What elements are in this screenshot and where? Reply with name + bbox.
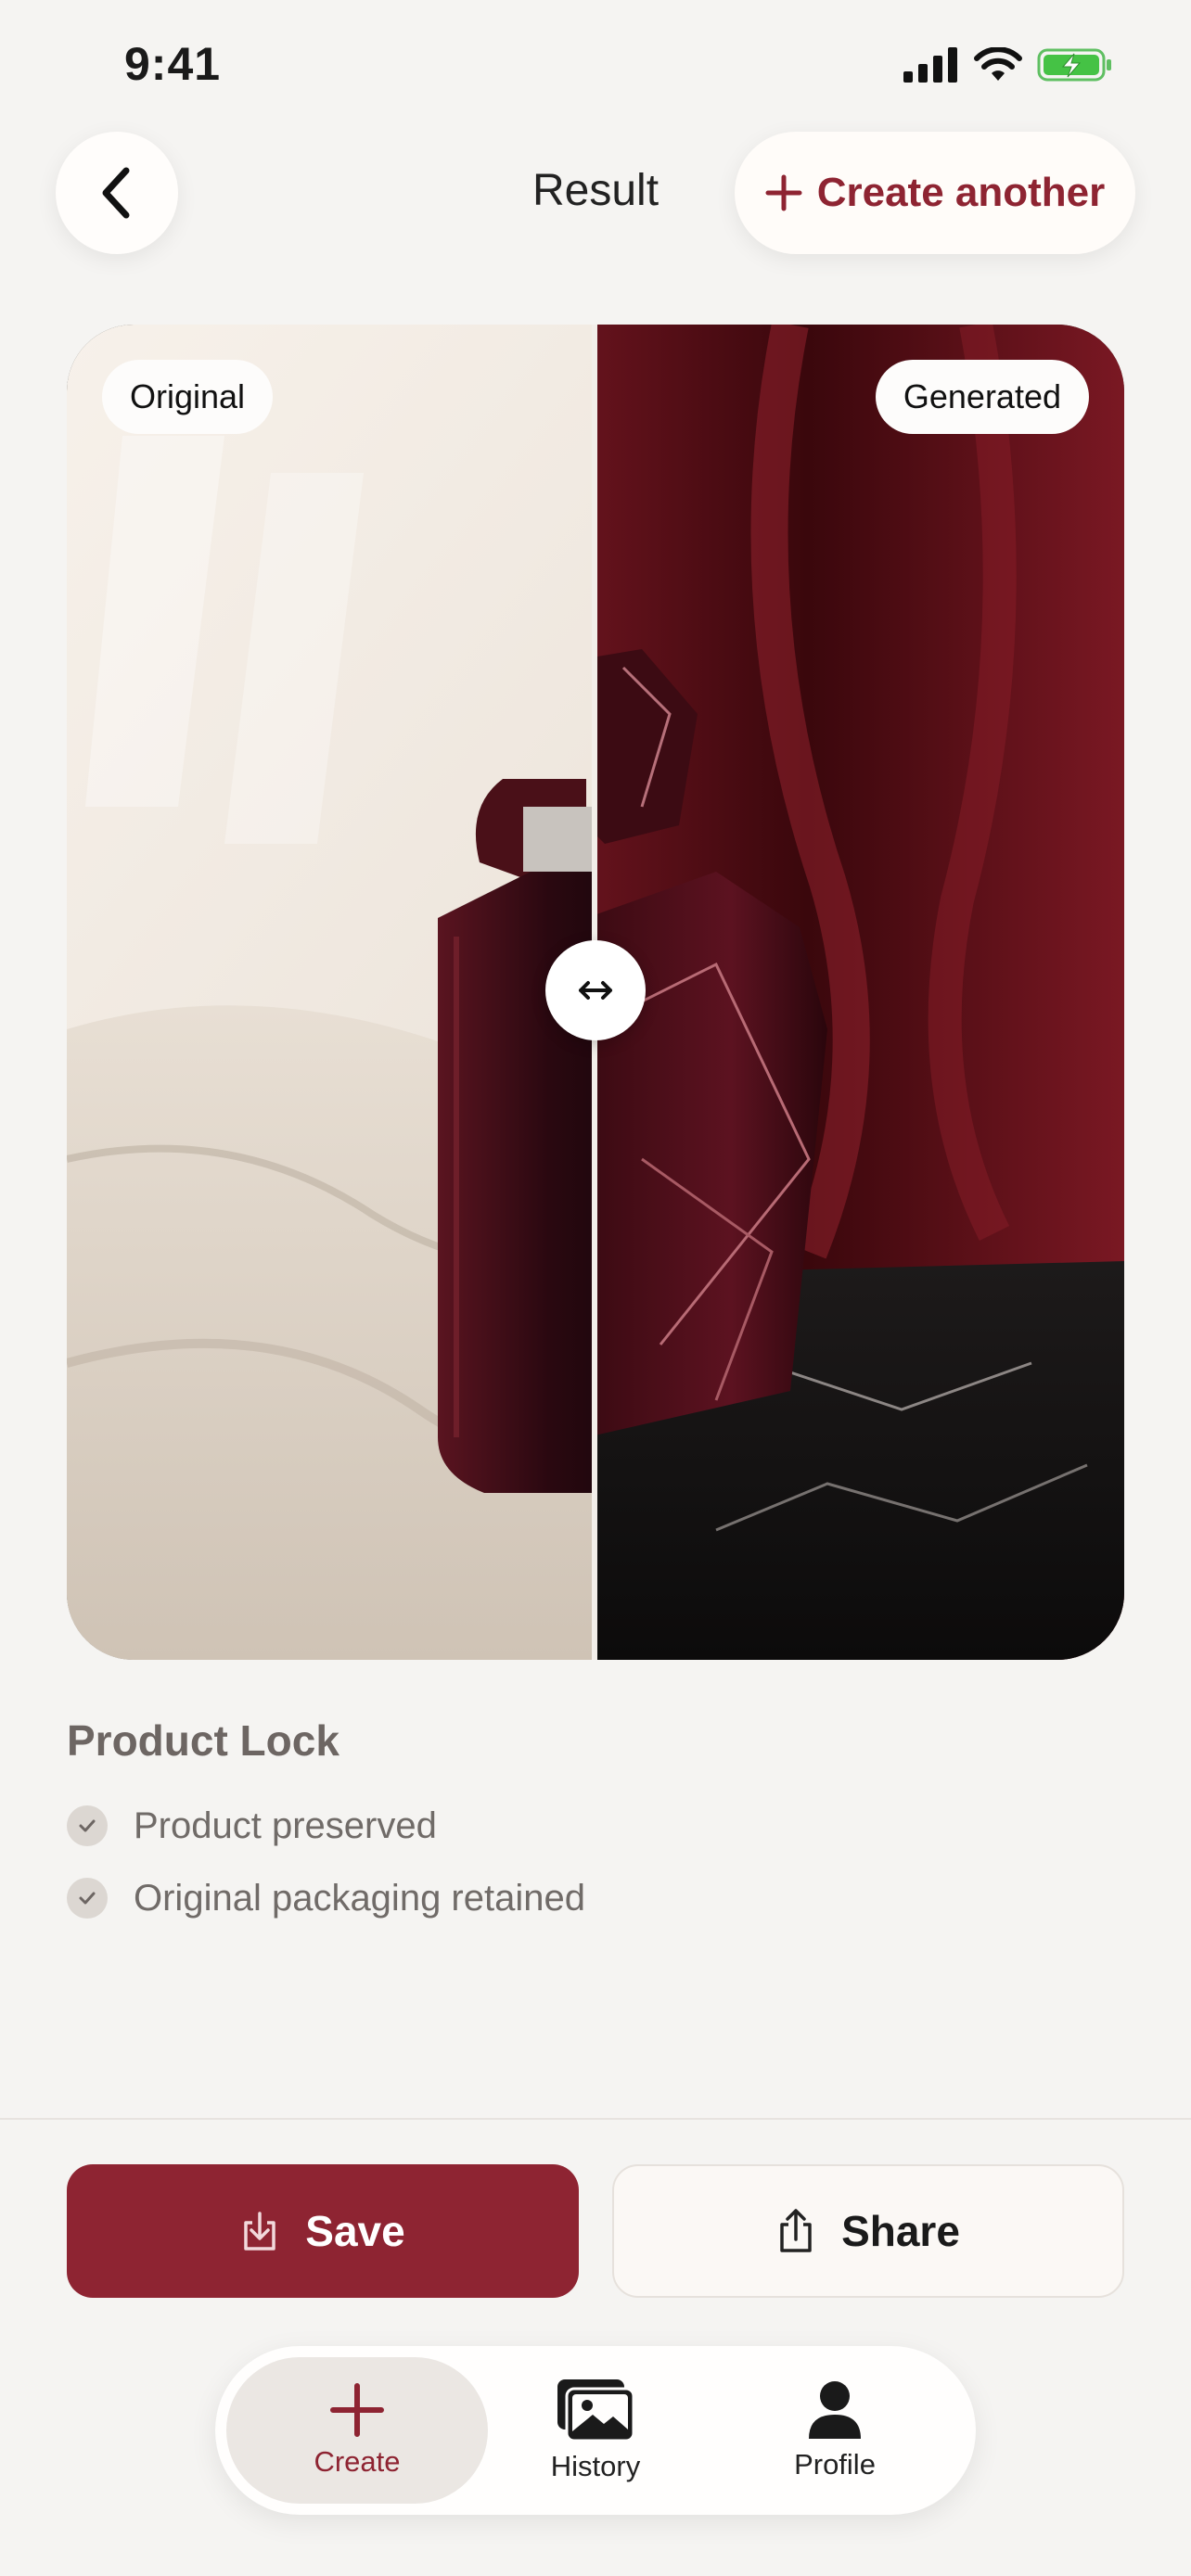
gallery-icon <box>557 2379 635 2442</box>
create-another-label: Create another <box>816 170 1106 215</box>
share-icon <box>780 2209 812 2252</box>
status-icons <box>903 46 1113 83</box>
share-button[interactable]: Share <box>612 2164 1124 2298</box>
header: Result Create another <box>0 130 1191 260</box>
share-label: Share <box>841 2207 960 2255</box>
product-lock-list: Product preserved Original packaging ret… <box>67 1790 585 1934</box>
tab-history-label: History <box>550 2450 641 2482</box>
create-another-button[interactable]: Create another <box>735 132 1135 254</box>
tab-bar: Create History Profile <box>215 2346 976 2515</box>
tab-profile-label: Profile <box>794 2448 876 2480</box>
compare-slider[interactable]: Original Generated <box>67 325 1124 1660</box>
cellular-signal-icon <box>903 47 957 83</box>
battery-charging-icon <box>1037 48 1111 82</box>
tab-create-label: Create <box>314 2445 401 2478</box>
status-bar: 9:41 <box>0 0 1191 130</box>
compare-drag-handle[interactable] <box>545 940 646 1040</box>
status-time: 9:41 <box>124 38 222 90</box>
tab-profile[interactable]: Profile <box>704 2357 966 2504</box>
plus-icon <box>330 2383 384 2437</box>
original-label: Original <box>102 360 274 434</box>
list-item-label: Product preserved <box>134 1804 437 1846</box>
plus-icon <box>765 174 802 211</box>
download-icon <box>244 2212 276 2251</box>
generated-label: Generated <box>875 360 1089 434</box>
person-icon <box>809 2381 861 2439</box>
list-item: Original packaging retained <box>67 1862 585 1934</box>
tab-create[interactable]: Create <box>226 2357 488 2504</box>
check-icon <box>67 1805 108 1846</box>
save-label: Save <box>305 2207 405 2255</box>
list-item: Product preserved <box>67 1790 585 1862</box>
divider <box>0 2118 1191 2120</box>
wifi-icon <box>974 47 1022 81</box>
tab-history[interactable]: History <box>465 2357 726 2504</box>
list-item-label: Original packaging retained <box>134 1877 585 1919</box>
arrows-horizontal-icon <box>579 981 612 1000</box>
check-icon <box>67 1878 108 1919</box>
save-button[interactable]: Save <box>67 2164 579 2298</box>
product-lock-title: Product Lock <box>67 1716 339 1765</box>
